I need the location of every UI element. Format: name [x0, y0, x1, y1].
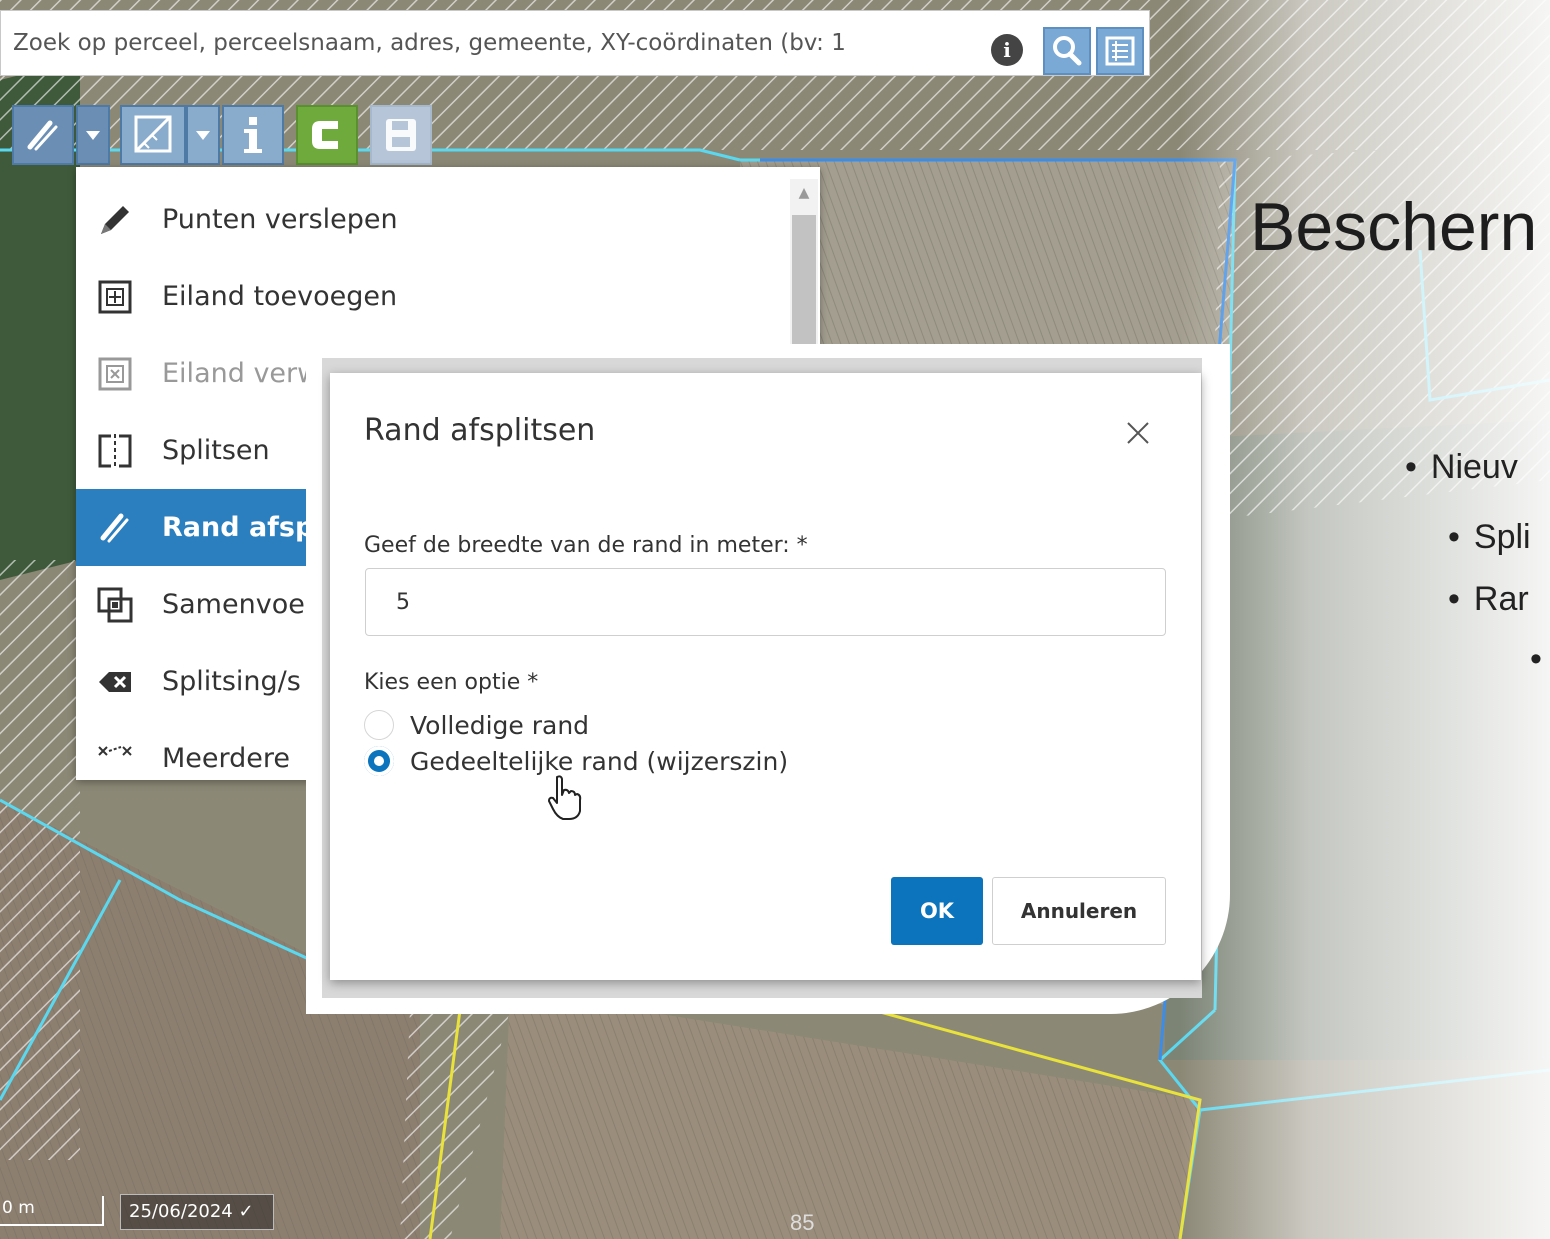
option-partial-edge[interactable]: Gedeeltelijke rand (wijzerszin) — [364, 746, 788, 776]
caret-down-icon — [86, 131, 100, 140]
radio-button-selected[interactable] — [364, 746, 394, 776]
hand-pointer-icon — [548, 775, 582, 820]
identify-button[interactable] — [222, 105, 284, 165]
slide-overlay — [1180, 0, 1550, 1239]
split-edge-icon — [27, 120, 58, 151]
floppy-disk-icon — [386, 119, 416, 151]
scale-label: 0 m — [2, 1198, 35, 1218]
search-input[interactable] — [1, 11, 971, 75]
multi-select-icon — [90, 734, 140, 781]
width-field-label: Geef de breedte van de rand in meter: * — [364, 533, 808, 558]
slide-bullet: Nieuv — [1405, 448, 1518, 487]
menu-item-label: Punten verslepen — [162, 204, 398, 235]
add-island-icon — [90, 272, 140, 322]
edit-tool-dropdown[interactable] — [76, 105, 110, 165]
slide-bullet-marker — [1530, 640, 1550, 679]
option-group-label: Kies een optie * — [364, 670, 539, 695]
edit-tool-button[interactable] — [12, 105, 74, 165]
measure-tool-button[interactable] — [120, 105, 186, 165]
dialog-title: Rand afsplitsen — [364, 413, 596, 448]
list-icon — [1105, 36, 1135, 66]
split-icon — [90, 426, 140, 476]
menu-item-punten-verslepen[interactable]: Punten verslepen — [76, 181, 786, 258]
menu-item-label: Rand afspl — [162, 512, 324, 543]
c-logo-icon — [312, 121, 338, 149]
option-full-edge[interactable]: Volledige rand — [364, 710, 589, 740]
search-icon — [1053, 36, 1082, 66]
menu-item-label: Samenvoe — [162, 589, 305, 620]
radio-label: Volledige rand — [410, 710, 590, 740]
cancel-button[interactable]: Annuleren — [992, 877, 1166, 945]
info-icon[interactable]: i — [991, 34, 1023, 66]
search-button[interactable] — [1043, 27, 1091, 75]
menu-item-eiland-toevoegen[interactable]: Eiland toevoegen — [76, 258, 786, 335]
slide-title: Beschern — [1250, 189, 1538, 265]
edge-width-input[interactable] — [365, 568, 1166, 636]
close-icon[interactable] — [1120, 415, 1156, 451]
caret-down-icon — [196, 131, 210, 140]
pencil-icon — [90, 195, 140, 245]
scale-bar: 0 m — [0, 1196, 104, 1226]
ruler-icon — [134, 115, 172, 153]
ok-button[interactable]: OK — [891, 877, 983, 945]
measure-tool-dropdown[interactable] — [186, 105, 220, 165]
advanced-search-button[interactable] — [1096, 27, 1144, 75]
slide-bullet: Rar — [1448, 580, 1529, 619]
c-tool-button[interactable] — [296, 105, 358, 165]
radio-button[interactable] — [364, 710, 394, 740]
scroll-up-arrow-icon[interactable]: ▲ — [790, 185, 818, 205]
search-bar: i — [0, 10, 1150, 76]
backspace-icon — [90, 657, 140, 707]
split-edge-dialog: Rand afsplitsen Geef de breedte van de r… — [330, 373, 1201, 980]
menu-item-label: Eiland toevoegen — [162, 281, 398, 312]
radio-label: Gedeeltelijke rand (wijzerszin) — [410, 746, 789, 776]
slide-bullet: Spli — [1448, 518, 1531, 557]
menu-item-label: Splitsen — [162, 435, 270, 466]
menu-item-label: Meerdere — [162, 743, 291, 774]
page-number: 85 — [790, 1210, 815, 1235]
remove-island-icon — [90, 349, 140, 399]
imagery-date-selector[interactable]: 25/06/2024 ✓ — [120, 1194, 274, 1230]
merge-icon — [90, 580, 140, 630]
info-i-icon — [244, 117, 262, 153]
save-button[interactable] — [370, 105, 432, 165]
menu-item-label: Splitsing/s — [162, 666, 301, 697]
split-edge-icon — [90, 503, 140, 553]
